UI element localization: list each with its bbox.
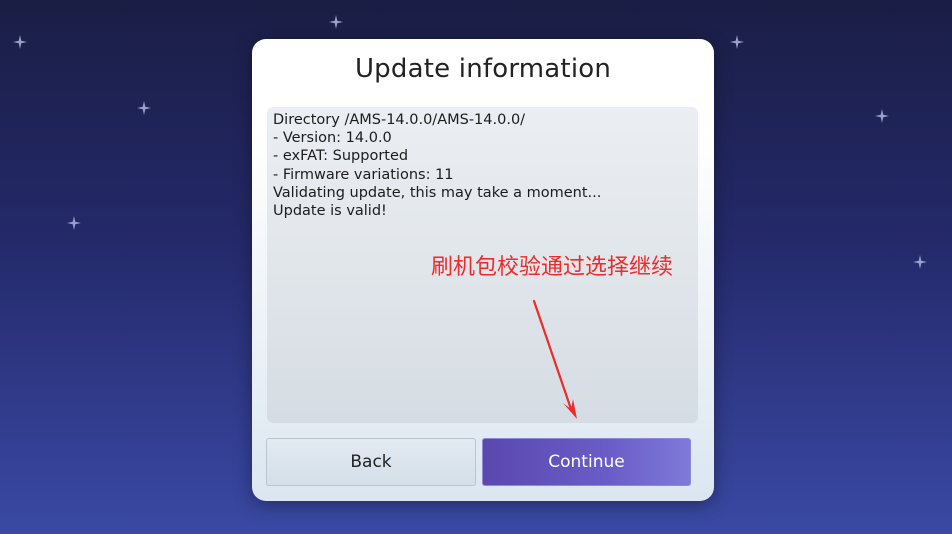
back-button[interactable]: Back <box>266 438 476 486</box>
log-line: - Firmware variations: 11 <box>273 166 454 183</box>
sparkle-star-icon <box>67 216 81 230</box>
sparkle-star-icon <box>13 35 27 49</box>
log-line: - Version: 14.0.0 <box>273 130 392 147</box>
update-information-dialog: Update information Directory /AMS-14.0.0… <box>252 39 714 501</box>
log-line: Update is valid! <box>273 203 387 220</box>
sparkle-star-icon <box>730 35 744 49</box>
sparkle-star-icon <box>913 255 927 269</box>
sparkle-star-icon <box>137 101 151 115</box>
update-log-box: Directory /AMS-14.0.0/AMS-14.0.0/ - Vers… <box>267 107 698 423</box>
log-line: Directory /AMS-14.0.0/AMS-14.0.0/ <box>273 112 526 128</box>
annotation-text: 刷机包校验通过选择继续 <box>431 255 674 280</box>
continue-button[interactable]: Continue <box>482 438 691 486</box>
log-line: Validating update, this may take a momen… <box>273 184 602 201</box>
dialog-title: Update information <box>354 54 612 84</box>
log-line: - exFAT: Supported <box>273 148 409 165</box>
sparkle-star-icon <box>875 109 889 123</box>
sparkle-star-icon <box>329 15 343 29</box>
